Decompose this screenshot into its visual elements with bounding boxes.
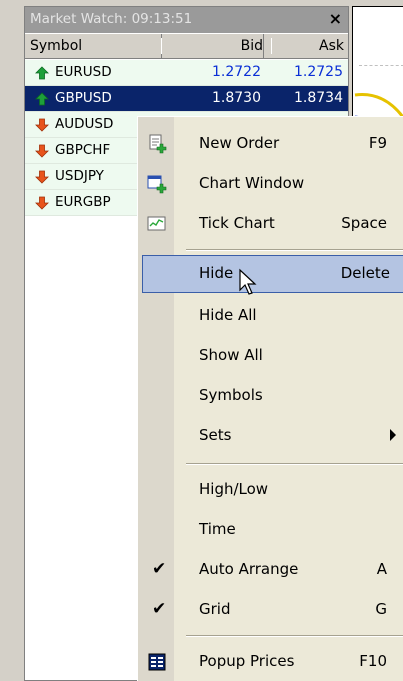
- up-arrow-icon: [35, 66, 49, 80]
- menu-separator: [186, 635, 403, 637]
- menu-item-time[interactable]: Time: [138, 511, 403, 549]
- symbol-cell: EURUSD: [55, 64, 112, 80]
- menu-item-tick-chart[interactable]: Tick Chart Space: [138, 205, 403, 243]
- menu-item-label: Symbols: [199, 386, 263, 404]
- close-icon[interactable]: ×: [329, 9, 342, 28]
- menu-item-shortcut: G: [375, 600, 387, 618]
- mouse-cursor-icon: [239, 268, 257, 295]
- menu-item-popup-prices[interactable]: Popup Prices F10: [138, 643, 403, 681]
- down-arrow-icon: [35, 118, 49, 132]
- menu-item-hide[interactable]: Hide Delete: [142, 255, 403, 293]
- chart-window-icon: [147, 175, 167, 194]
- menu-item-label: Chart Window: [199, 174, 305, 192]
- menu-item-shortcut: F9: [368, 134, 387, 152]
- menu-item-auto-arrange[interactable]: ✔ Auto Arrange A: [138, 551, 403, 589]
- symbol-cell: GBPCHF: [55, 142, 111, 158]
- menu-item-shortcut: F10: [359, 652, 387, 670]
- menu-item-show-all[interactable]: Show All: [138, 337, 403, 375]
- table-row-gbpusd[interactable]: GBPUSD 1.8730 1.8734: [25, 86, 348, 112]
- menu-item-label: Hide All: [199, 306, 257, 324]
- menu-item-chart-window[interactable]: Chart Window: [138, 165, 403, 203]
- menu-item-new-order[interactable]: New Order F9: [138, 125, 403, 163]
- context-menu: New Order F9 Chart Window Tick Chart Spa…: [137, 116, 403, 681]
- menu-separator: [186, 249, 403, 251]
- symbol-cell: EURGBP: [55, 194, 111, 210]
- symbol-cell: GBPUSD: [55, 90, 112, 106]
- menu-item-shortcut: Delete: [340, 264, 390, 282]
- menu-item-label: Auto Arrange: [199, 560, 299, 578]
- bid-cell: 1.8730: [212, 90, 261, 106]
- menu-item-label: Time: [199, 520, 236, 538]
- symbol-cell: AUDUSD: [55, 116, 114, 132]
- popup-prices-icon: [148, 653, 166, 671]
- ask-cell: 1.8734: [294, 90, 343, 106]
- symbol-cell: USDJPY: [55, 168, 104, 184]
- menu-item-symbols[interactable]: Symbols: [138, 377, 403, 415]
- menu-item-sets[interactable]: Sets: [138, 417, 403, 455]
- market-watch-title: Market Watch: 09:13:51: [30, 11, 193, 27]
- column-header-bid[interactable]: Bid: [161, 38, 263, 54]
- column-header-ask[interactable]: Ask: [271, 38, 344, 54]
- menu-item-label: Sets: [199, 426, 232, 444]
- tick-chart-icon: [147, 216, 166, 231]
- menu-item-shortcut: Space: [341, 214, 387, 232]
- menu-item-label: Hide: [199, 264, 234, 282]
- menu-item-label: Show All: [199, 346, 263, 364]
- menu-item-shortcut: A: [376, 560, 387, 578]
- menu-item-label: High/Low: [199, 480, 269, 498]
- up-arrow-icon: [35, 92, 49, 106]
- table-row-eurusd[interactable]: EURUSD 1.2722 1.2725: [25, 60, 348, 86]
- down-arrow-icon: [35, 170, 49, 184]
- check-icon: ✔: [152, 559, 167, 579]
- ask-cell: 1.2725: [294, 64, 343, 80]
- check-icon: ✔: [152, 599, 167, 619]
- new-order-icon: [149, 134, 167, 154]
- menu-item-grid[interactable]: ✔ Grid G: [138, 591, 403, 629]
- menu-item-hide-all[interactable]: Hide All: [138, 297, 403, 335]
- submenu-arrow-icon: [390, 429, 396, 441]
- menu-item-label: Grid: [199, 600, 231, 618]
- column-header-symbol[interactable]: Symbol: [30, 38, 82, 54]
- menu-item-label: New Order: [199, 134, 280, 152]
- menu-item-high-low[interactable]: High/Low: [138, 471, 403, 509]
- down-arrow-icon: [35, 144, 49, 158]
- menu-item-label: Tick Chart: [199, 214, 275, 232]
- menu-separator: [186, 463, 403, 465]
- down-arrow-icon: [35, 196, 49, 210]
- market-watch-titlebar[interactable]: Market Watch: 09:13:51 ×: [25, 7, 348, 33]
- menu-item-label: Popup Prices: [199, 652, 295, 670]
- bid-cell: 1.2722: [212, 64, 261, 80]
- column-header: Symbol Bid Ask: [25, 34, 348, 59]
